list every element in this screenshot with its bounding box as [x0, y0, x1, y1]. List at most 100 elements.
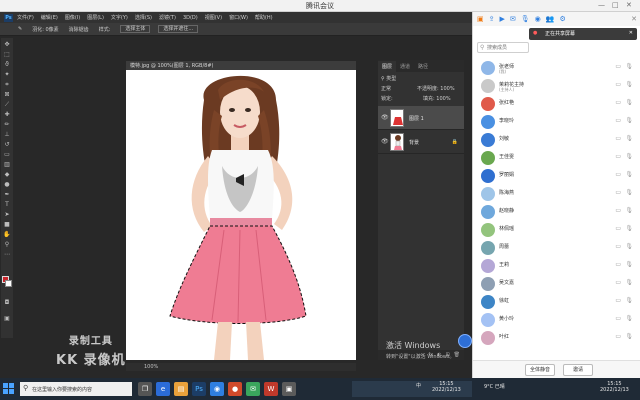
background-color-swatch[interactable]	[5, 280, 12, 287]
member-row[interactable]: 王佳雯 ▭ 🎙	[473, 149, 640, 167]
screen-mode-icon[interactable]: ▣	[3, 316, 11, 322]
taskbar-search[interactable]: ⚲ 在这里输入你要搜索的内容	[20, 382, 132, 396]
clone-stamp-icon[interactable]: ⊥	[3, 132, 11, 138]
member-row[interactable]: 吴文嘉 ▭ 🎙	[473, 275, 640, 293]
tab-paths[interactable]: 路径	[414, 63, 432, 72]
edge-browser-icon[interactable]: e	[156, 382, 170, 396]
camera-off-icon[interactable]: ▭	[615, 297, 621, 304]
move-tool-icon[interactable]: ✥	[3, 42, 11, 48]
layer-row-2[interactable]: 👁 背景 🔒	[378, 130, 464, 154]
close-panel-icon[interactable]: ✕	[631, 15, 637, 23]
app-taskbar-icon[interactable]: ▣	[282, 382, 296, 396]
member-row[interactable]: 徐虹 ▭ 🎙	[473, 293, 640, 311]
mic-muted-icon[interactable]: 🎙	[625, 63, 633, 70]
camera-off-icon[interactable]: ▭	[615, 261, 621, 268]
settings-icon[interactable]: ⚙	[559, 15, 565, 23]
history-brush-icon[interactable]: ↺	[3, 142, 11, 148]
menu-filter[interactable]: 滤镜(T)	[159, 14, 176, 21]
camera-off-icon[interactable]: ▭	[615, 189, 621, 196]
menu-3d[interactable]: 3D(D)	[183, 15, 198, 21]
opacity-field[interactable]: 不透明度: 100%	[417, 85, 455, 92]
crop-tool-icon[interactable]: ⌗	[3, 82, 11, 88]
members-icon[interactable]: 👥	[546, 15, 555, 23]
menu-window[interactable]: 窗口(W)	[229, 14, 248, 21]
layer-row-1[interactable]: 👁 图层 1	[378, 106, 464, 130]
invite-button[interactable]: 邀请	[563, 364, 593, 376]
mic-muted-icon[interactable]: 🎙	[625, 171, 633, 178]
share-icon[interactable]: ⇪	[489, 15, 495, 23]
tab-channels[interactable]: 通道	[396, 63, 414, 72]
zoom-tool-icon[interactable]: ⚲	[3, 242, 11, 248]
member-row[interactable]: 黄小玲 ▭ 🎙	[473, 311, 640, 329]
blend-mode-select[interactable]: 正常	[381, 86, 391, 92]
mic-muted-icon[interactable]: 🎙	[625, 81, 633, 88]
member-row[interactable]: 张红艳 ▭ 🎙	[473, 95, 640, 113]
mic-muted-icon[interactable]: 🎙	[625, 261, 633, 268]
wechat-taskbar-icon[interactable]: ✉	[246, 382, 260, 396]
camera-off-icon[interactable]: ▭	[615, 135, 621, 142]
weather-widget[interactable]: 9°C 已晴	[484, 383, 505, 390]
more-tools-icon[interactable]: ⋯	[3, 252, 11, 258]
stop-sharing-icon[interactable]: ✕	[629, 30, 633, 36]
lasso-tool-icon[interactable]: ϑ	[3, 62, 11, 68]
hand-tool-icon[interactable]: ✋	[3, 232, 11, 238]
camera-off-icon[interactable]: ▭	[615, 117, 621, 124]
menu-edit[interactable]: 编辑(E)	[41, 14, 58, 21]
select-and-mask-button[interactable]: 选择并遮住...	[158, 25, 199, 33]
meeting-taskbar-icon[interactable]: ◉	[210, 382, 224, 396]
pen-tool-icon[interactable]: ✒	[3, 192, 11, 198]
mic-muted-icon[interactable]: 🎙	[625, 189, 633, 196]
mic-muted-icon[interactable]: 🎙	[625, 243, 633, 250]
member-row[interactable]: 茉莉花主持 (主持人) ▭ 🎙	[473, 77, 640, 95]
maximize-icon[interactable]: □	[612, 1, 619, 9]
member-row[interactable]: 王莉 ▭ 🎙	[473, 257, 640, 275]
mic-muted-icon[interactable]: 🎙	[625, 315, 633, 322]
camera-off-icon[interactable]: ▭	[615, 225, 621, 232]
menu-type[interactable]: 文字(Y)	[111, 14, 128, 21]
member-row[interactable]: 周蕾 ▭ 🎙	[473, 239, 640, 257]
mic-muted-icon[interactable]: 🎙	[625, 279, 633, 286]
mute-all-button[interactable]: 全体静音	[525, 364, 555, 376]
blur-tool-icon[interactable]: ◆	[3, 172, 11, 178]
fill-field[interactable]: 填充: 100%	[423, 95, 451, 102]
camera-off-icon[interactable]: ▭	[615, 207, 621, 214]
member-row[interactable]: 林佩瑶 ▭ 🎙	[473, 221, 640, 239]
document-tab[interactable]: 模特.jpg @ 100%(图层 1, RGB/8#)	[130, 62, 213, 69]
task-view-icon[interactable]: ❐	[138, 382, 152, 396]
menu-file[interactable]: 文件(F)	[17, 14, 34, 21]
photoshop-taskbar-icon[interactable]: Ps	[192, 382, 206, 396]
layer-kind-filter[interactable]: ⚲ 类型	[381, 75, 461, 83]
camera-off-icon[interactable]: ▭	[615, 153, 621, 160]
visibility-eye-icon[interactable]: 👁	[381, 114, 389, 121]
member-row[interactable]: 叶红 ▭ 🎙	[473, 329, 640, 347]
mic-muted-icon[interactable]: 🎙	[625, 297, 633, 304]
mic-muted-icon[interactable]: 🎙	[625, 135, 633, 142]
member-search-input[interactable]	[487, 44, 525, 52]
path-select-icon[interactable]: ➤	[3, 212, 11, 218]
camera-off-icon[interactable]: ▭	[615, 243, 621, 250]
member-row[interactable]: 张老师 (我) ▭ 🎙	[473, 59, 640, 77]
camera-off-icon[interactable]: ▭	[615, 279, 621, 286]
minimize-icon[interactable]: —	[598, 1, 605, 9]
chat-icon[interactable]: ✉	[510, 15, 516, 23]
start-button-icon[interactable]	[3, 383, 15, 395]
menu-view[interactable]: 视图(V)	[205, 14, 222, 21]
eyedropper-tool-icon[interactable]: ⟋	[3, 102, 11, 108]
menu-image[interactable]: 图像(I)	[65, 14, 80, 21]
frame-tool-icon[interactable]: ⊠	[3, 92, 11, 98]
mic-muted-icon[interactable]: 🎙	[625, 207, 633, 214]
floating-meeting-icon[interactable]	[458, 334, 472, 348]
visibility-eye-icon[interactable]: 👁	[381, 138, 389, 145]
document-canvas[interactable]	[126, 70, 356, 360]
wps-taskbar-icon[interactable]: W	[264, 382, 278, 396]
recorder-taskbar-icon[interactable]: ●	[228, 382, 242, 396]
tray-clock-2[interactable]: 15:15 2022/12/13	[600, 381, 629, 393]
camera-off-icon[interactable]: ▭	[615, 171, 621, 178]
camera-off-icon[interactable]: ▭	[615, 315, 621, 322]
brush-tool-icon[interactable]: ✏	[3, 122, 11, 128]
menu-select[interactable]: 选择(S)	[135, 14, 152, 21]
member-row[interactable]: 李晓玲 ▭ 🎙	[473, 113, 640, 131]
language-indicator[interactable]: 中	[416, 382, 421, 389]
mic-muted-icon[interactable]: 🎙	[625, 333, 633, 340]
menu-help[interactable]: 帮助(H)	[255, 14, 273, 21]
